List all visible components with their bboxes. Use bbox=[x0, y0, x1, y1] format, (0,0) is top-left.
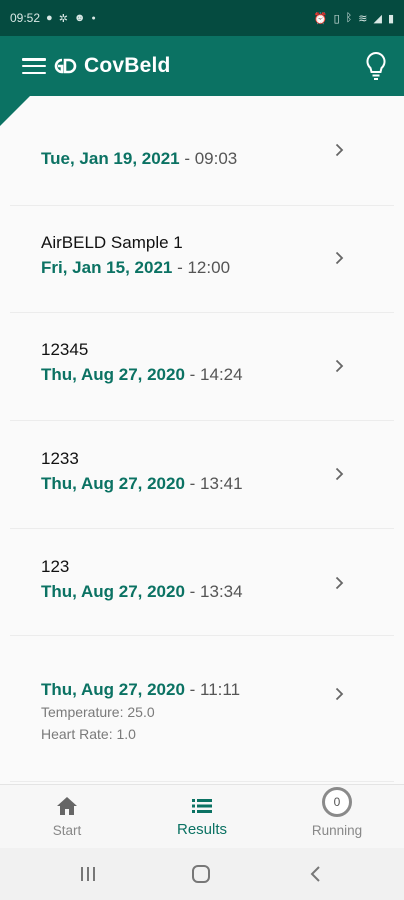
result-time: - 11:11 bbox=[184, 680, 241, 699]
nav-results-label: Results bbox=[176, 821, 228, 838]
chevron-right-icon bbox=[332, 683, 346, 705]
chat-icon: ● bbox=[46, 12, 53, 24]
chevron-right-icon bbox=[332, 355, 346, 377]
lightbulb-icon[interactable] bbox=[362, 50, 390, 82]
result-date: Tue, Jan 19, 2021 bbox=[41, 149, 180, 168]
chevron-right-icon bbox=[332, 247, 346, 269]
app-bar-fold bbox=[0, 96, 30, 126]
star-icon: ✲ bbox=[58, 12, 68, 25]
home-icon bbox=[56, 793, 78, 819]
vibrate-icon: ▯ bbox=[333, 12, 340, 25]
nav-results[interactable]: Results bbox=[135, 785, 269, 849]
result-name: 1233 bbox=[41, 449, 79, 468]
result-heart-rate: Heart Rate: 1.0 bbox=[41, 726, 136, 742]
recent-apps-icon[interactable] bbox=[76, 862, 100, 886]
battery-icon: ▮ bbox=[387, 12, 394, 25]
nav-running-label: Running bbox=[311, 823, 363, 838]
nav-start-label: Start bbox=[52, 823, 82, 838]
dot-icon: ● bbox=[91, 14, 96, 22]
running-count: 0 bbox=[333, 795, 341, 809]
result-date: Thu, Aug 27, 2020 bbox=[41, 582, 185, 601]
result-time: - 09:03 bbox=[179, 149, 238, 168]
result-item[interactable]: 12345 Thu, Aug 27, 2020 - 14:24 bbox=[10, 313, 394, 421]
bluetooth-icon: ᛒ bbox=[345, 12, 353, 24]
list-icon bbox=[191, 793, 213, 819]
nav-start[interactable]: Start bbox=[0, 785, 134, 849]
back-button-icon[interactable] bbox=[303, 862, 327, 886]
result-date: Fri, Jan 15, 2021 bbox=[41, 258, 173, 277]
status-time: 09:52 bbox=[10, 11, 41, 25]
status-left: 09:52 ● ✲ ☻ ● bbox=[10, 11, 96, 25]
result-item[interactable]: Thu, Aug 27, 2020 - 11:11 Temperature: 2… bbox=[10, 636, 394, 782]
status-right: ⏰ ▯ ᛒ ≋ ◢ ▮ bbox=[314, 12, 394, 25]
result-name: AirBELD Sample 1 bbox=[41, 233, 183, 252]
result-time: - 14:24 bbox=[184, 365, 243, 384]
result-item[interactable]: AirBELD Sample 1 Fri, Jan 15, 2021 - 12:… bbox=[10, 206, 394, 313]
nav-running[interactable]: 0 Running bbox=[270, 785, 404, 849]
result-time: - 12:00 bbox=[172, 258, 231, 277]
alarm-icon: ⏰ bbox=[313, 12, 328, 25]
status-bar: 09:52 ● ✲ ☻ ● ⏰ ▯ ᛒ ≋ ◢ ▮ bbox=[0, 0, 404, 36]
result-item[interactable]: Tue, Jan 19, 2021 - 09:03 bbox=[10, 96, 394, 206]
app-title: CovBeld bbox=[84, 54, 171, 77]
result-item[interactable]: 1233 Thu, Aug 27, 2020 - 13:41 bbox=[10, 421, 394, 529]
app-bar: CovBeld bbox=[0, 36, 404, 96]
menu-icon[interactable] bbox=[22, 56, 46, 76]
system-nav-bar bbox=[0, 848, 404, 900]
wifi-icon: ≋ bbox=[358, 12, 368, 25]
results-list: Tue, Jan 19, 2021 - 09:03 AirBELD Sample… bbox=[0, 96, 404, 784]
chevron-right-icon bbox=[332, 463, 346, 485]
result-date: Thu, Aug 27, 2020 bbox=[41, 680, 185, 699]
bottom-nav: Start Results 0 Running bbox=[0, 784, 404, 848]
result-date: Thu, Aug 27, 2020 bbox=[41, 365, 185, 384]
chevron-right-icon bbox=[332, 139, 346, 161]
chevron-right-icon bbox=[332, 572, 346, 594]
result-time: - 13:41 bbox=[184, 474, 243, 493]
result-item[interactable]: 123 Thu, Aug 27, 2020 - 13:34 bbox=[10, 529, 394, 636]
home-button-icon[interactable] bbox=[189, 862, 213, 886]
logo bbox=[50, 55, 78, 77]
result-time: - 13:34 bbox=[184, 582, 243, 601]
result-name: 123 bbox=[41, 557, 70, 576]
result-date: Thu, Aug 27, 2020 bbox=[41, 474, 185, 493]
smiley-icon: ☻ bbox=[73, 12, 86, 24]
result-temperature: Temperature: 25.0 bbox=[41, 704, 155, 720]
signal-icon: ◢ bbox=[373, 12, 382, 25]
running-count-badge: 0 bbox=[322, 787, 352, 817]
result-name: 12345 bbox=[41, 340, 89, 359]
